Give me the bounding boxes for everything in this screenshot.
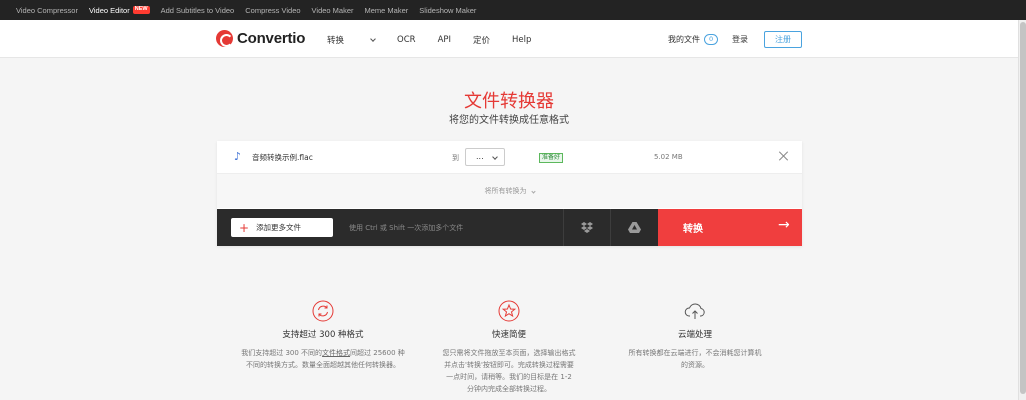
topbar-link-meme-maker[interactable]: Meme Maker: [365, 6, 409, 15]
topbar-link-compress-video[interactable]: Compress Video: [245, 6, 300, 15]
convert-button[interactable]: 转换 →: [658, 209, 802, 246]
page-scrollbar[interactable]: [1018, 20, 1026, 400]
output-format-select[interactable]: ...: [465, 148, 505, 166]
feature-cloud: 云端处理 所有转换都在云端进行，不会消耗您计算机的资源。: [610, 300, 780, 371]
topbar-link-slideshow-maker[interactable]: Slideshow Maker: [419, 6, 476, 15]
file-size: 5.02 MB: [654, 153, 683, 161]
feature-description: 所有转换都在云端进行，不会消耗您计算机的资源。: [628, 349, 762, 369]
feature-description: 我们支持超过 300 不同的文件格式间超过 25600 种不同的转换方式。数量全…: [238, 347, 408, 371]
file-formats-link[interactable]: 文件格式: [322, 349, 350, 357]
feature-fast: 快速简便 您只需将文件拖放至本页面，选择输出格式并点击'转换'按钮即可。完成转换…: [424, 300, 594, 395]
topbar-link-label: Video Editor: [88, 5, 130, 15]
to-label: 到: [452, 154, 459, 162]
star-circle-icon: [498, 300, 520, 322]
cloud-upload-icon: [684, 303, 705, 319]
output-format-value: ...: [476, 152, 484, 161]
multi-select-hint: 使用 Ctrl 或 Shift 一次添加多个文件: [349, 224, 464, 232]
refresh-circle-icon: [312, 300, 334, 322]
topbar-link-video-compressor[interactable]: Video Compressor: [16, 6, 78, 15]
feature-formats: 支持超过 300 种格式 我们支持超过 300 不同的文件格式间超过 25600…: [238, 300, 408, 371]
topbar-link-video-editor[interactable]: Video Editor NEW: [89, 6, 150, 15]
top-product-bar: Video Compressor Video Editor NEW Add Sub…: [0, 0, 1026, 20]
nav-item-api[interactable]: API: [438, 35, 451, 45]
chevron-down-icon: [492, 154, 498, 160]
convertio-logo-icon: [216, 30, 233, 47]
topbar-link-add-subtitles[interactable]: Add Subtitles to Video: [161, 6, 235, 15]
remove-file-close-icon[interactable]: [778, 150, 790, 162]
nav-item-pricing[interactable]: 定价: [473, 34, 490, 46]
login-link[interactable]: 登录: [732, 34, 748, 45]
logo-text: Convertio: [237, 30, 306, 47]
convert-button-label: 转换: [683, 224, 703, 235]
dropbox-button[interactable]: [563, 209, 610, 246]
nav-item-help[interactable]: Help: [512, 35, 531, 45]
dropbox-icon: [581, 222, 593, 233]
page-subtitle: 将您的文件转换成任意格式: [449, 115, 569, 126]
logo[interactable]: Convertio: [216, 30, 305, 47]
my-files-label: 我的文件: [668, 35, 700, 44]
google-drive-icon: [627, 222, 641, 233]
scrollbar-thumb[interactable]: [1020, 22, 1026, 394]
nav-item-label: 转换: [327, 36, 345, 46]
plus-icon: +: [239, 220, 250, 235]
status-badge: 准备好: [539, 153, 564, 163]
feature-title: 云端处理: [677, 330, 712, 340]
convert-all-label: 将所有转换为: [484, 187, 527, 195]
feature-title: 支持超过 300 种格式: [282, 330, 364, 340]
nav-item-ocr[interactable]: OCR: [397, 35, 416, 45]
feature-description: 您只需将文件拖放至本页面，选择输出格式并点击'转换'按钮即可。完成转换过程需要一…: [442, 349, 576, 393]
google-drive-button[interactable]: [610, 209, 657, 246]
chevron-down-icon: [530, 189, 536, 194]
arrow-right-icon: →: [778, 217, 790, 233]
site-header: Convertio 转换 OCR API 定价 Help 我的文件 0 登录: [0, 20, 1018, 58]
my-files-count-badge: 0: [704, 34, 719, 45]
add-more-files-button[interactable]: + 添加更多文件: [231, 218, 333, 237]
chevron-down-icon: [370, 36, 376, 42]
add-more-files-label: 添加更多文件: [256, 223, 302, 232]
feature-title: 快速简便: [491, 330, 526, 340]
file-row: ♪ 音频转换示例.flac 到 ... 准备好 5.02 MB: [217, 141, 802, 174]
feature-text: 我们支持超过 300 不同的: [241, 349, 323, 357]
file-name: 音频转换示例.flac: [252, 153, 313, 162]
action-bar: + 添加更多文件 使用 Ctrl 或 Shift 一次添加多个文件 转换 →: [217, 209, 802, 246]
convert-all-to-dropdown[interactable]: 将所有转换为: [217, 174, 802, 208]
my-files-link[interactable]: 我的文件 0: [668, 34, 719, 45]
audio-file-icon: ♪: [234, 150, 242, 163]
page-title: 文件转换器: [464, 91, 554, 112]
main-nav: 转换 OCR API 定价 Help: [327, 34, 553, 46]
signup-button[interactable]: 注册: [764, 31, 802, 48]
new-badge: NEW: [132, 6, 150, 14]
topbar-link-video-maker[interactable]: Video Maker: [312, 6, 354, 15]
nav-item-convert[interactable]: 转换: [327, 34, 376, 46]
